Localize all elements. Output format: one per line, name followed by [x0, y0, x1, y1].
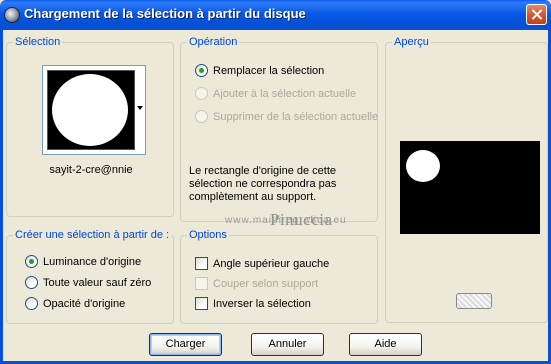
- checkbox: [195, 277, 208, 290]
- radio-label: Supprimer de la sélection actuelle: [213, 111, 379, 123]
- radio-button[interactable]: [25, 276, 38, 289]
- selection-dropdown[interactable]: [42, 65, 146, 155]
- selection-thumbnail: [47, 70, 135, 150]
- preview-circle: [406, 150, 440, 182]
- operation-group: Opération Remplacer la sélection Ajouter…: [180, 36, 379, 222]
- radio-button[interactable]: [25, 297, 38, 310]
- radio-label: Remplacer la sélection: [213, 65, 325, 77]
- create-selection-group: Créer une sélection à partir de : Lumina…: [6, 229, 174, 324]
- checkbox[interactable]: [195, 297, 208, 310]
- dialog-body: Sélection sayit-2-cre@nnie Opération Rem…: [0, 30, 551, 364]
- app-icon: [4, 7, 20, 23]
- apercu-group: Aperçu: [385, 36, 548, 323]
- cancel-button[interactable]: Annuler: [251, 333, 324, 356]
- selection-group: Sélection sayit-2-cre@nnie: [6, 36, 174, 217]
- radio-button[interactable]: [195, 64, 208, 77]
- close-button[interactable]: [526, 4, 547, 25]
- checkbox-label: Inverser la sélection: [213, 298, 311, 310]
- operation-group-title: Opération: [187, 36, 240, 48]
- load-button[interactable]: Charger: [149, 333, 222, 356]
- radio-label: Opacité d'origine: [43, 298, 126, 310]
- radio-button: [195, 110, 208, 123]
- radio-button: [195, 87, 208, 100]
- title-bar[interactable]: Chargement de la sélection à partir du d…: [0, 0, 551, 30]
- checkbox-label: Angle supérieur gauche: [213, 258, 330, 270]
- options-group: Options Angle supérieur gauche Couper se…: [180, 229, 378, 324]
- radio-label: Luminance d'origine: [43, 256, 142, 268]
- selection-file-name: sayit-2-cre@nnie: [49, 164, 133, 176]
- help-button[interactable]: Aide: [349, 333, 422, 356]
- apercu-group-title: Aperçu: [392, 36, 431, 48]
- preview-toggle-button[interactable]: [456, 293, 492, 309]
- chevron-down-icon[interactable]: [137, 106, 143, 110]
- radio-label: Ajouter à la sélection actuelle: [213, 88, 357, 100]
- thumbnail-circle: [52, 74, 128, 146]
- radio-label: Toute valeur sauf zéro: [43, 277, 152, 289]
- radio-button[interactable]: [25, 255, 38, 268]
- window-title: Chargement de la sélection à partir du d…: [24, 6, 306, 21]
- watermark-url: www.maidiregrafica.eu: [225, 215, 347, 226]
- checkbox[interactable]: [195, 257, 208, 270]
- create-group-title: Créer une sélection à partir de :: [13, 229, 172, 241]
- selection-group-title: Sélection: [13, 36, 63, 48]
- checkbox-label: Couper selon support: [213, 278, 319, 290]
- operation-message: Le rectangle d'origine de cette sélectio…: [189, 165, 337, 203]
- options-group-title: Options: [187, 229, 229, 241]
- preview-image: [400, 141, 540, 234]
